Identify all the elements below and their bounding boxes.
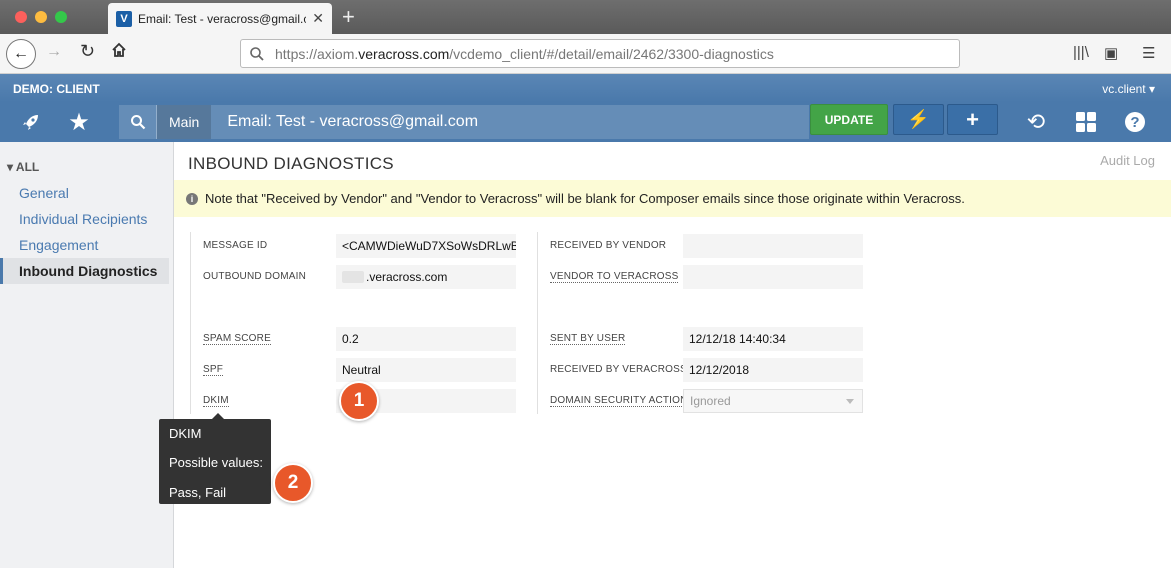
annotation-marker-2: 2 — [273, 463, 313, 503]
add-button[interactable]: + — [947, 104, 998, 135]
spf-label[interactable]: SPF — [203, 364, 224, 376]
info-note: i Note that "Received by Vendor" and "Ve… — [174, 180, 1171, 217]
breadcrumb-main[interactable]: Main — [157, 105, 212, 139]
sidebar-item-general[interactable]: General — [0, 180, 169, 206]
svg-text:?: ? — [1130, 114, 1139, 131]
rocket-icon[interactable] — [14, 102, 48, 142]
sent-by-user-field[interactable]: 12/12/18 14:40:34 — [683, 327, 863, 351]
vendor-to-veracross-label[interactable]: VENDOR TO VERACROSS — [550, 271, 679, 283]
url-host: veracross.com — [358, 45, 450, 62]
received-by-veracross-field[interactable]: 12/12/2018 — [683, 358, 863, 382]
tooltip-arrow — [212, 413, 224, 419]
org-name: DEMO: CLIENT — [13, 82, 100, 96]
annotation-marker-1: 1 — [339, 381, 379, 421]
home-icon[interactable] — [111, 42, 127, 58]
apps-grid-icon[interactable] — [1070, 102, 1102, 142]
help-icon[interactable]: ? — [1119, 102, 1151, 142]
breadcrumb: Main Email: Test - veracross@gmail.com — [119, 105, 809, 139]
update-button[interactable]: UPDATE — [810, 104, 888, 135]
maximize-window-button[interactable] — [55, 11, 67, 23]
user-name: vc.client — [1102, 82, 1146, 96]
new-tab-icon[interactable]: + — [342, 4, 355, 30]
record-title: Email: Test - veracross@gmail.com — [227, 113, 479, 130]
tab-title: Email: Test - veracross@gmail.c — [138, 11, 307, 26]
message-id-field[interactable]: <CAMWDieWuD7XSoWsDRLwBBr — [336, 234, 516, 258]
app-top-strip: DEMO: CLIENT vc.client ▾ — [0, 74, 1171, 102]
tooltip-title: DKIM — [169, 426, 202, 441]
user-menu[interactable]: vc.client ▾ — [1102, 82, 1155, 96]
sidebar-item-individual-recipients[interactable]: Individual Recipients — [0, 206, 169, 232]
received-by-vendor-field[interactable] — [683, 234, 863, 258]
reload-icon[interactable]: ↻ — [80, 41, 95, 62]
redacted-block — [342, 271, 364, 283]
sidebar: ▾ ALL General Individual Recipients Enga… — [0, 142, 174, 568]
tooltip-line: Pass, Fail — [169, 485, 227, 500]
domain-security-action-select[interactable]: Ignored — [683, 389, 863, 413]
star-icon[interactable]: ★ — [62, 102, 96, 142]
forward-arrow-icon[interactable]: → — [46, 43, 62, 61]
minimize-window-button[interactable] — [35, 11, 47, 23]
spf-field[interactable]: Neutral — [336, 358, 516, 382]
message-id-label: MESSAGE ID — [203, 240, 268, 251]
note-text: Note that "Received by Vendor" and "Vend… — [205, 191, 965, 206]
browser-titlebar: V Email: Test - veracross@gmail.c ✕ + — [0, 0, 1171, 34]
veracross-favicon-icon: V — [116, 10, 132, 27]
url-prefix: https://axiom. — [275, 45, 359, 62]
vendor-to-veracross-field[interactable] — [683, 265, 863, 289]
sidebar-item-inbound-diagnostics[interactable]: Inbound Diagnostics — [0, 258, 169, 284]
close-window-button[interactable] — [15, 11, 27, 23]
info-icon: i — [186, 192, 198, 205]
sidebar-item-engagement[interactable]: Engagement — [0, 232, 169, 258]
hamburger-menu-icon[interactable]: ☰ — [1142, 44, 1155, 62]
search-icon — [250, 46, 264, 61]
outbound-domain-value: .veracross.com — [366, 270, 448, 284]
dkim-label[interactable]: DKIM — [203, 395, 229, 407]
outbound-domain-field[interactable]: .veracross.com — [336, 265, 516, 289]
column-divider — [537, 232, 538, 414]
spam-score-field[interactable]: 0.2 — [336, 327, 516, 351]
column-divider — [190, 232, 191, 414]
received-by-vendor-label: RECEIVED BY VENDOR — [550, 240, 667, 251]
domain-security-action-label[interactable]: DOMAIN SECURITY ACTION — [550, 395, 688, 407]
audit-log-link[interactable]: Audit Log — [1100, 153, 1155, 168]
close-tab-icon[interactable]: ✕ — [312, 10, 324, 27]
back-arrow-icon[interactable]: ← — [6, 39, 36, 69]
lightning-bolt-icon[interactable]: ⚡ — [893, 104, 944, 135]
browser-navbar: ← → ↻ https://axiom. veracross.com/vcdemo… — [0, 34, 1171, 74]
sidebar-all-label: ALL — [15, 160, 40, 174]
library-icon[interactable]: |||\ — [1073, 44, 1089, 61]
sidebar-all-toggle[interactable]: ▾ ALL — [7, 160, 39, 174]
tooltip-line: Possible values: — [169, 455, 263, 470]
history-icon[interactable]: ⟲ — [1020, 102, 1052, 142]
domain-security-action-value: Ignored — [690, 394, 731, 408]
chevron-down-icon — [846, 399, 854, 404]
browser-tab[interactable]: V Email: Test - veracross@gmail.c ✕ — [108, 3, 332, 34]
sidebar-toggle-icon[interactable]: ▣ — [1104, 44, 1118, 62]
search-icon[interactable] — [119, 105, 157, 139]
address-bar[interactable]: https://axiom. veracross.com/vcdemo_clien… — [240, 39, 960, 68]
page-title: INBOUND DIAGNOSTICS — [188, 154, 394, 173]
spam-score-label[interactable]: SPAM SCORE — [203, 333, 271, 345]
received-by-veracross-label: RECEIVED BY VERACROSS — [550, 364, 687, 375]
sent-by-user-label[interactable]: SENT BY USER — [550, 333, 626, 345]
url-path: /vcdemo_client/#/detail/email/2462/3300-… — [449, 45, 774, 62]
outbound-domain-label: OUTBOUND DOMAIN — [203, 271, 306, 282]
dkim-tooltip: DKIM Possible values: Pass, Fail — [159, 413, 271, 504]
